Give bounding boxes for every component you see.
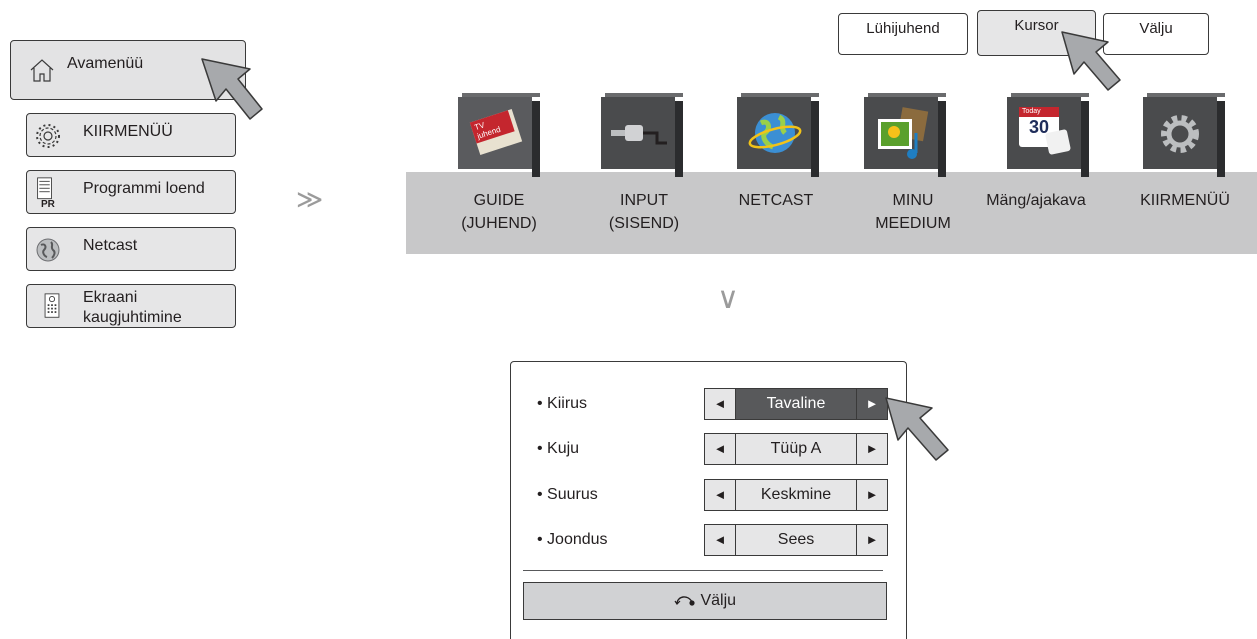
row-label-speed: • Kiirus: [537, 395, 588, 412]
tile-input[interactable]: [601, 93, 683, 177]
ribbon-label-guide: GUIDE (JUHEND): [461, 192, 537, 232]
alignment-right-arrow[interactable]: ►: [856, 525, 887, 555]
ribbon-label-quickmenu: KIIRMENÜÜ: [1140, 192, 1230, 209]
dialog-exit-button[interactable]: Välju: [523, 582, 887, 620]
row-label-alignment: • Joondus: [537, 531, 608, 548]
back-icon: [674, 596, 695, 606]
size-right-arrow[interactable]: ►: [856, 480, 887, 510]
tile-guide[interactable]: TV juhend: [458, 93, 540, 177]
size-selector[interactable]: ◄ Keskmine ►: [704, 479, 888, 511]
tile-media[interactable]: [864, 93, 946, 177]
dialog-divider: [523, 570, 883, 571]
dice-icon: [1044, 128, 1072, 156]
shortcut-guide-button[interactable]: Lühijuhend: [838, 13, 968, 55]
flow-right-arrow: ≫: [296, 184, 324, 214]
globe-icon: [36, 238, 60, 262]
size-value: Keskmine: [760, 486, 832, 503]
ribbon-label-media: MINU MEEDIUM: [875, 192, 951, 232]
cursor-pointer-icon: [885, 397, 949, 461]
alignment-value: Sees: [777, 531, 815, 548]
cursor-pointer-icon: [1061, 31, 1121, 91]
shape-left-arrow[interactable]: ◄: [705, 434, 736, 464]
menu-item-label: Programmi loend: [83, 180, 205, 197]
tile-quickmenu[interactable]: [1143, 93, 1225, 177]
home-icon: [30, 59, 54, 82]
cursor-pointer-icon: [201, 58, 263, 120]
channel-list-icon-text: PR: [41, 199, 55, 210]
menu-item-label: Netcast: [83, 237, 138, 254]
menu-item-screen-remote[interactable]: Ekraani kaugjuhtimine: [26, 284, 236, 328]
row-label-shape: • Kuju: [537, 440, 580, 457]
ribbon-label-netcast: NETCAST: [738, 192, 814, 209]
alignment-left-arrow[interactable]: ◄: [705, 525, 736, 555]
speed-selector[interactable]: ◄ Tavaline ►: [704, 388, 888, 420]
gear-icon: [36, 124, 60, 148]
ribbon-label-input: INPUT (SISEND): [608, 192, 680, 232]
speed-value: Tavaline: [736, 389, 856, 419]
flow-down-arrow: ∨: [717, 282, 739, 315]
alignment-selector[interactable]: ◄ Sees ►: [704, 524, 888, 556]
remote-icon: [44, 293, 60, 318]
netcast-globe-icon: [748, 113, 802, 153]
menu-item-netcast[interactable]: Netcast: [26, 227, 236, 271]
size-left-arrow[interactable]: ◄: [705, 480, 736, 510]
menu-item-label-line2: kaugjuhtimine: [83, 309, 182, 326]
shape-value: Tüüp A: [770, 440, 822, 457]
menu-item-label-line1: Ekraani: [83, 289, 138, 306]
menu-item-channel-list[interactable]: PR Programmi loend: [26, 170, 236, 214]
input-plug-icon: [611, 125, 667, 145]
cursor-settings-dialog: • Kiirus ◄ Tavaline ► • Kuju ◄ Tüüp A ► …: [510, 361, 907, 639]
calendar-header-text: Today: [1019, 107, 1059, 117]
settings-gear-icon: [1161, 115, 1199, 153]
ribbon-label-schedule: Mäng/ajakava: [986, 192, 1086, 209]
shape-selector[interactable]: ◄ Tüüp A ►: [704, 433, 888, 465]
tile-netcast[interactable]: [737, 93, 819, 177]
menu-item-label: Avamenüü: [67, 55, 144, 72]
tile-schedule[interactable]: Today 30: [1007, 93, 1089, 177]
row-label-size: • Suurus: [537, 486, 598, 503]
menu-item-label: KIIRMENÜÜ: [83, 123, 173, 140]
media-icon: [878, 107, 929, 159]
dialog-exit-label: Välju: [700, 592, 737, 609]
speed-left-arrow[interactable]: ◄: [705, 389, 736, 419]
